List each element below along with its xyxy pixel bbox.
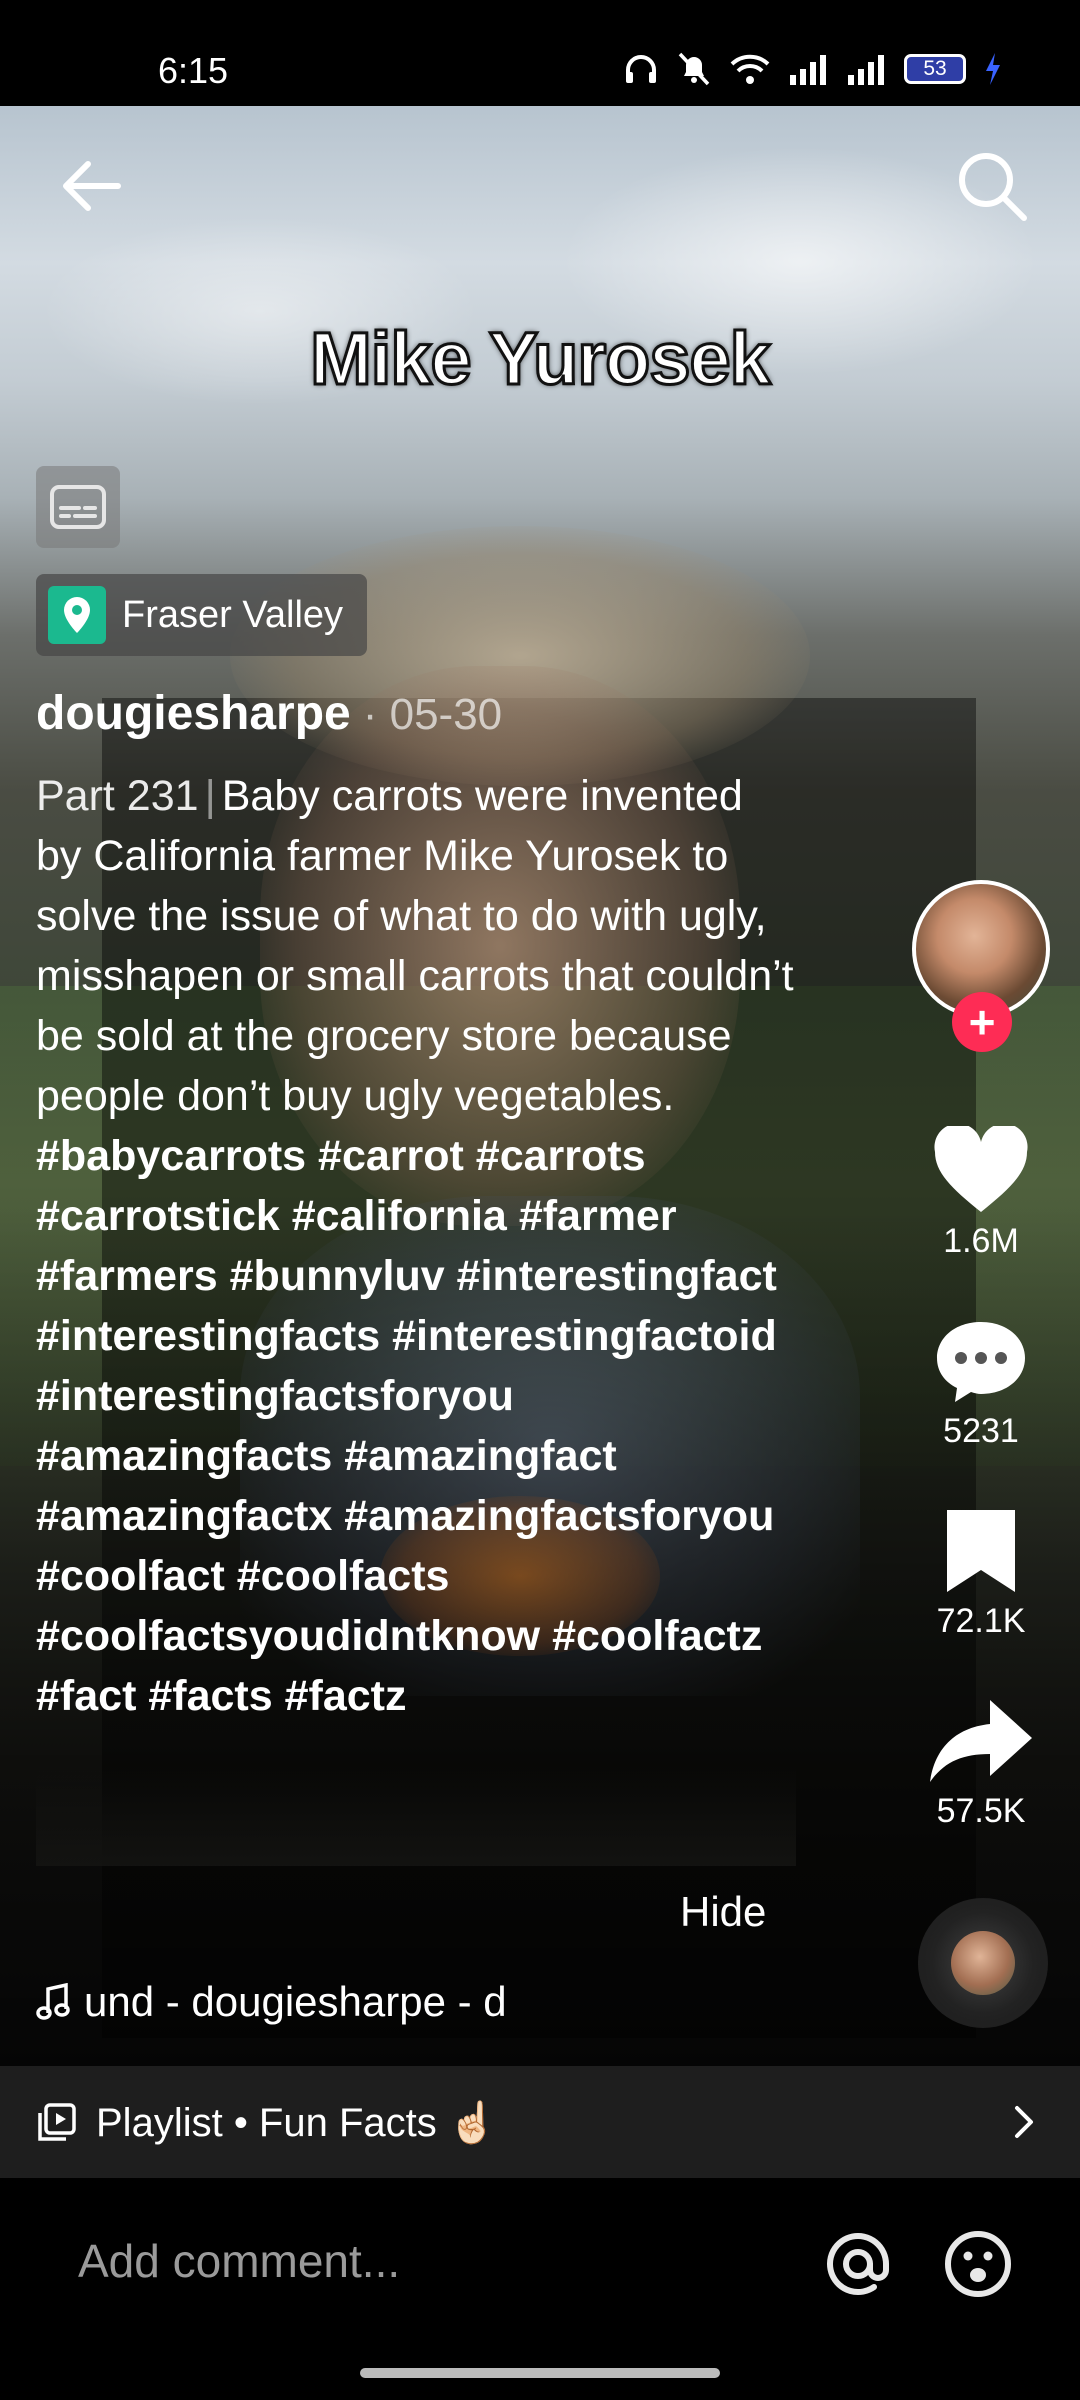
hashtag[interactable]: #interestingfacts [36, 1312, 380, 1360]
hashtag[interactable]: #bunnyluv [230, 1252, 445, 1300]
wifi-icon [730, 54, 770, 84]
emoji-icon [945, 2231, 1011, 2297]
hashtag[interactable]: #carrotstick [36, 1192, 280, 1240]
hashtag[interactable]: #coolfactz [552, 1612, 762, 1660]
status-time: 6:15 [158, 50, 229, 91]
hashtag[interactable]: #carrot [318, 1132, 464, 1180]
save-action[interactable]: 72.1K [908, 1506, 1054, 1641]
hide-description-button[interactable]: Hide [680, 1888, 766, 1936]
signal-icon-2 [848, 55, 884, 85]
hashtag[interactable]: #amazingfact [344, 1432, 616, 1480]
save-count: 72.1K [936, 1602, 1026, 1640]
hashtag[interactable]: #farmers [36, 1252, 218, 1300]
chevron-right-icon [1015, 2106, 1033, 2138]
headphones-icon [626, 55, 656, 83]
video-caption-overlay: Mike Yurosek [309, 316, 773, 402]
hashtag[interactable]: #facts [148, 1672, 272, 1720]
like-action[interactable]: 1.6M [908, 1126, 1054, 1261]
series-part-label: Part 231 [36, 772, 199, 820]
hashtag[interactable]: #carrots [476, 1132, 646, 1180]
comment-input[interactable] [78, 2234, 778, 2288]
sound-label: und - dougiesharpe - d [84, 1978, 507, 2025]
battery-indicator: 53 [904, 54, 966, 84]
emoji-button[interactable] [942, 2228, 1014, 2300]
hashtag[interactable]: #coolfacts [237, 1552, 450, 1600]
heart-icon [934, 1126, 1028, 1212]
author-username[interactable]: dougiesharpe [36, 686, 351, 741]
comment-bubble-icon [937, 1322, 1025, 1402]
closed-captions-icon [50, 485, 106, 529]
post-description[interactable]: Part 231 | Baby carrots were invented by C… [36, 766, 796, 1866]
location-pin-badge [48, 586, 106, 644]
comment-action[interactable]: 5231 [908, 1316, 1054, 1451]
back-button[interactable] [56, 150, 128, 222]
author-line: dougiesharpe · 05-30 [36, 686, 502, 741]
post-date: · 05-30 [362, 690, 503, 739]
sound-row[interactable]: und - dougiesharpe - d [36, 1978, 507, 2026]
hashtag[interactable]: #factz [285, 1672, 407, 1720]
hashtag[interactable]: #amazingfacts [36, 1432, 332, 1480]
playlist-label: Playlist • Fun Facts ☝🏻 [96, 2100, 498, 2145]
hashtag[interactable]: #coolfactsyoudidntknow [36, 1612, 540, 1660]
search-button[interactable] [954, 148, 1030, 224]
share-action[interactable]: 57.5K [908, 1696, 1054, 1831]
hashtag[interactable]: #interestingfact [457, 1252, 777, 1300]
follow-button[interactable]: + [952, 992, 1012, 1052]
captions-toggle-button[interactable] [36, 466, 120, 548]
status-bar: 6:15 53 [0, 0, 1080, 106]
comment-bar [0, 2178, 1080, 2400]
location-label: Fraser Valley [122, 593, 344, 636]
home-indicator[interactable] [360, 2368, 720, 2378]
sound-disc[interactable] [918, 1898, 1048, 2028]
playlist-icon [38, 2103, 76, 2141]
hashtag[interactable]: #amazingfactx [36, 1492, 332, 1540]
description-fade [36, 1766, 796, 1866]
location-pin-icon [64, 597, 90, 633]
mention-button[interactable] [822, 2228, 894, 2300]
like-count: 1.6M [943, 1222, 1019, 1260]
hashtag[interactable]: #coolfact [36, 1552, 225, 1600]
sound-disc-avatar [951, 1931, 1015, 1995]
hashtag[interactable]: #california [292, 1192, 507, 1240]
search-icon [959, 153, 1027, 221]
mute-bell-icon [678, 52, 710, 86]
comment-count: 5231 [943, 1412, 1019, 1450]
hashtag-list: #babycarrots #carrot #carrots #carrotsti… [36, 1132, 777, 1720]
hashtag[interactable]: #farmer [519, 1192, 677, 1240]
charging-bolt-icon [986, 53, 1000, 85]
hashtag[interactable]: #fact [36, 1672, 136, 1720]
hashtag[interactable]: #amazingfactsforyou [344, 1492, 774, 1540]
status-icons: 53 [624, 52, 1002, 86]
share-count: 57.5K [936, 1792, 1026, 1830]
hashtag[interactable]: #interestingfactoid [392, 1312, 777, 1360]
bookmark-icon [947, 1510, 1015, 1592]
location-chip[interactable]: Fraser Valley [36, 574, 368, 656]
battery-level: 53 [923, 57, 947, 80]
playlist-bar[interactable]: Playlist • Fun Facts ☝🏻 [0, 2066, 1080, 2178]
at-sign-icon [827, 2233, 889, 2296]
series-separator: | [204, 772, 216, 820]
signal-icon [790, 55, 826, 85]
music-note-icon [36, 1983, 70, 2020]
hashtag[interactable]: #babycarrots [36, 1132, 306, 1180]
description-text: Baby carrots were invented by California… [36, 772, 794, 1120]
hashtag[interactable]: #interestingfactsforyou [36, 1372, 514, 1420]
share-arrow-icon [930, 1700, 1032, 1782]
arrow-left-icon [63, 161, 121, 211]
